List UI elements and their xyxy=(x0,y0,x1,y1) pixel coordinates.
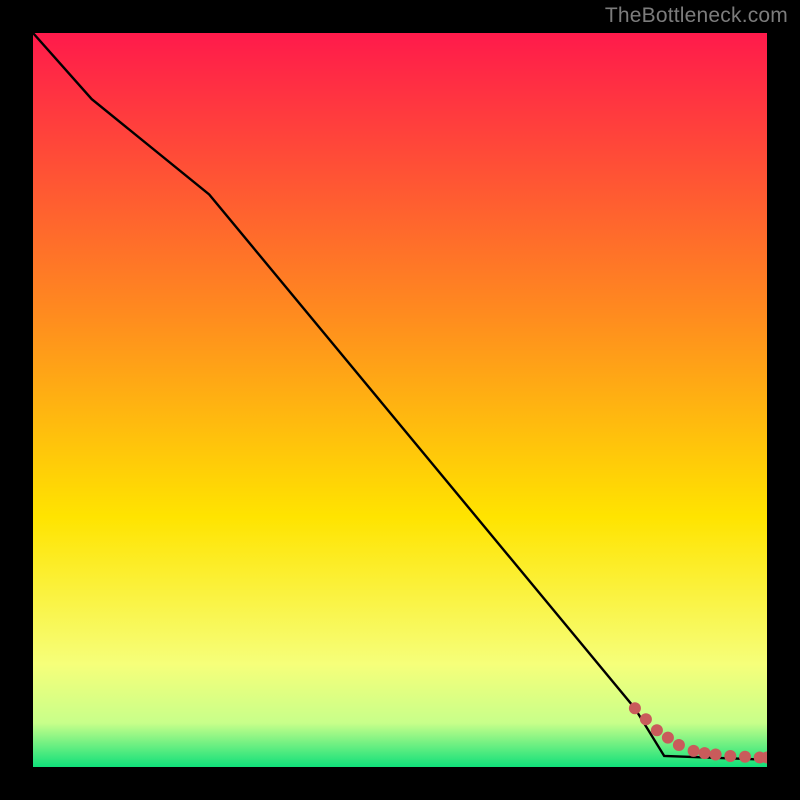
gradient-background xyxy=(33,33,767,767)
data-point xyxy=(629,702,641,714)
data-point xyxy=(688,745,700,757)
data-point xyxy=(710,749,722,761)
chart-svg xyxy=(33,33,767,767)
watermark-text: TheBottleneck.com xyxy=(605,4,788,28)
data-point xyxy=(699,747,711,759)
data-point xyxy=(673,739,685,751)
data-point xyxy=(651,724,663,736)
plot-area xyxy=(33,33,767,767)
data-point xyxy=(662,732,674,744)
chart-frame: TheBottleneck.com xyxy=(0,0,800,800)
data-point xyxy=(739,751,751,763)
data-point xyxy=(640,713,652,725)
data-point xyxy=(724,750,736,762)
